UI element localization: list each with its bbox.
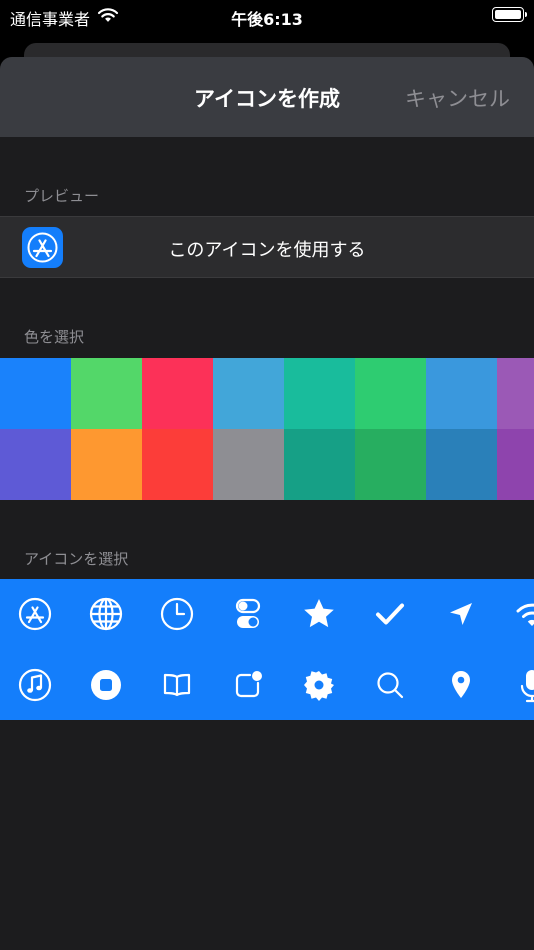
location-arrow-icon[interactable] [441, 594, 481, 634]
stop-button-icon[interactable] [86, 665, 126, 705]
wifi-icon[interactable] [512, 594, 534, 634]
color-swatch[interactable] [284, 429, 355, 500]
notification-badge-icon[interactable] [228, 665, 268, 705]
color-swatch[interactable] [426, 429, 497, 500]
use-icon-row[interactable]: このアイコンを使用する [0, 216, 534, 278]
toggles-icon[interactable] [228, 594, 268, 634]
color-swatch[interactable] [0, 358, 71, 429]
clock-icon[interactable] [157, 594, 197, 634]
color-swatch[interactable] [71, 429, 142, 500]
status-bar: 通信事業者 午後6:13 [0, 0, 534, 32]
navigation-bar: アイコンを作成 キャンセル [0, 57, 534, 137]
icon-section-header: アイコンを選択 [24, 550, 129, 568]
map-pin-icon[interactable] [441, 665, 481, 705]
color-swatch[interactable] [497, 358, 534, 429]
app-store-icon[interactable] [15, 594, 55, 634]
color-swatch[interactable] [426, 358, 497, 429]
color-swatch[interactable] [142, 429, 213, 500]
color-swatch[interactable] [71, 358, 142, 429]
color-swatch[interactable] [284, 358, 355, 429]
color-swatch[interactable] [213, 429, 284, 500]
color-swatch[interactable] [355, 429, 426, 500]
book-icon[interactable] [157, 665, 197, 705]
color-picker [0, 358, 534, 500]
use-icon-label: このアイコンを使用する [168, 240, 366, 261]
microphone-icon[interactable] [512, 665, 534, 705]
color-swatch[interactable] [0, 429, 71, 500]
star-icon[interactable] [299, 594, 339, 634]
globe-icon[interactable] [86, 594, 126, 634]
color-swatch[interactable] [497, 429, 534, 500]
color-section-header: 色を選択 [24, 328, 85, 346]
color-swatch[interactable] [213, 358, 284, 429]
music-note-icon[interactable] [15, 665, 55, 705]
gear-icon[interactable] [299, 665, 339, 705]
color-swatch[interactable] [355, 358, 426, 429]
icon-picker [0, 579, 534, 720]
preview-header: プレビュー [24, 187, 100, 205]
battery-icon [492, 7, 527, 22]
create-icon-sheet: アイコンを作成 キャンセル プレビュー このアイコンを使用する 色を選択 アイコ… [0, 57, 534, 950]
checkmark-icon[interactable] [370, 594, 410, 634]
search-icon[interactable] [370, 665, 410, 705]
color-swatch[interactable] [142, 358, 213, 429]
status-time: 午後6:13 [231, 10, 303, 29]
cancel-button[interactable]: キャンセル [405, 83, 510, 113]
